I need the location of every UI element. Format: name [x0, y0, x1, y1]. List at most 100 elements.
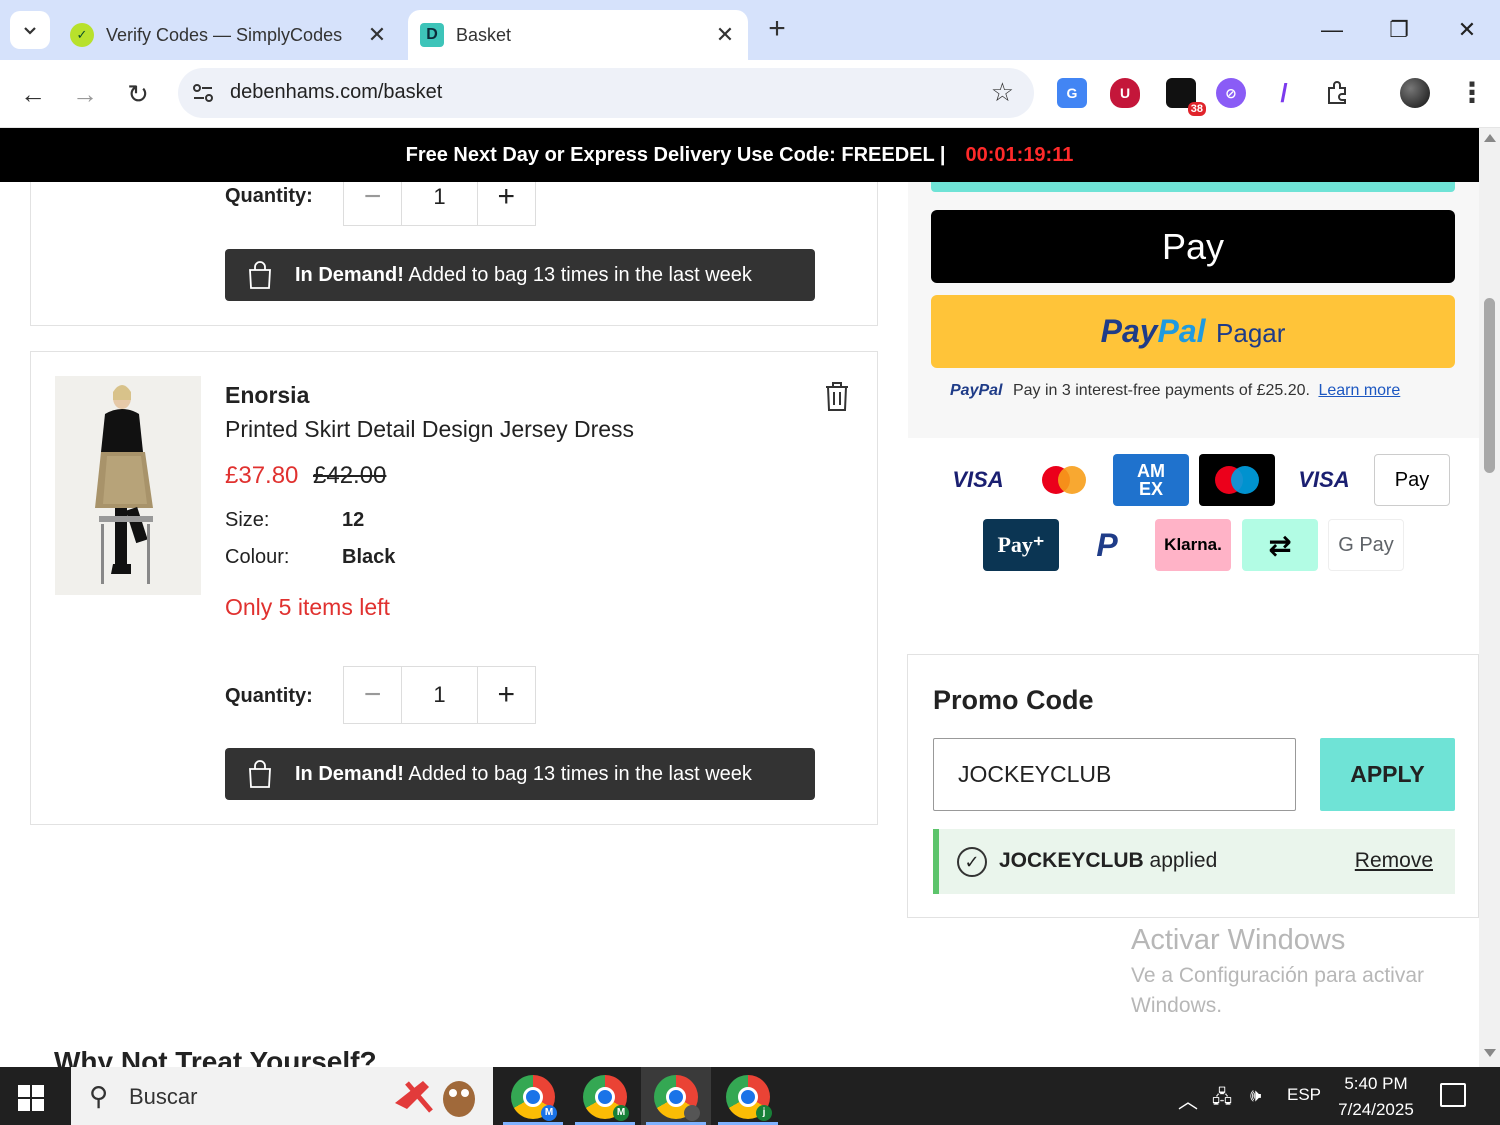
in-demand-text: In Demand! Added to bag 13 times in the … — [295, 763, 752, 785]
quantity-label: Quantity: — [225, 185, 313, 207]
chrome-app-icon[interactable]: M — [583, 1075, 629, 1121]
system-clock[interactable]: 5:40 PM 7/24/2025 — [1318, 1071, 1434, 1123]
simplycodes-favicon: ✓ — [70, 23, 94, 47]
trash-icon[interactable] — [823, 380, 851, 412]
visa-electron-logo: VISA — [1286, 454, 1362, 506]
restore-icon[interactable]: ❐ — [1369, 10, 1429, 50]
minimize-icon[interactable]: — — [1302, 10, 1362, 50]
bookmark-star-icon[interactable]: ☆ — [991, 77, 1014, 108]
original-price: £42.00 — [313, 462, 387, 489]
product-brand[interactable]: Enorsia — [225, 382, 309, 409]
windows-activation-watermark: Activar Windows Ve a Configuración para … — [1131, 924, 1425, 1017]
close-icon[interactable]: ✕ — [362, 22, 392, 48]
promo-code-title: Promo Code — [933, 685, 1094, 715]
google-pay-logo: G Pay — [1328, 519, 1404, 571]
chrome-app-icon[interactable] — [654, 1075, 700, 1121]
paypal-logo: P — [1069, 519, 1145, 571]
search-placeholder: Buscar — [129, 1084, 198, 1109]
tab-title: Verify Codes — SimplyCodes — [106, 24, 343, 45]
scroll-thumb[interactable] — [1484, 298, 1495, 473]
windows-taskbar: ⚲ Buscar M M j ︿ 🖧 🕪 ESP 5:40 PM 7/24/20… — [0, 1067, 1500, 1125]
in-demand-badge: In Demand! Added to bag 13 times in the … — [225, 249, 815, 301]
address-bar[interactable]: debenhams.com/basket ☆ — [178, 68, 1034, 118]
chrome-app-icon[interactable]: j — [726, 1075, 772, 1121]
checkout-button-edge[interactable] — [931, 182, 1455, 192]
paypal-pay-in-3-note: PayPal Pay in 3 interest-free payments o… — [950, 382, 1401, 399]
profile-avatar[interactable] — [1400, 78, 1430, 108]
basket-page: Free Next Day or Express Delivery Use Co… — [0, 128, 1479, 1067]
tab-simplycodes[interactable]: ✓ Verify Codes — SimplyCodes ✕ — [58, 10, 400, 60]
tab-strip: ✓ Verify Codes — SimplyCodes ✕ D Basket … — [0, 0, 1500, 60]
in-demand-badge: In Demand! Added to bag 13 times in the … — [225, 748, 815, 800]
colour-value: Black — [342, 546, 396, 568]
quantity-label: Quantity: — [225, 685, 313, 707]
clearpay-logo: ⇄ — [1242, 519, 1318, 571]
feather-icon[interactable]: / — [1269, 78, 1299, 108]
promo-code-input[interactable] — [933, 738, 1296, 811]
translate-icon[interactable]: G — [1057, 78, 1087, 108]
tab-basket[interactable]: D Basket ✕ — [408, 10, 748, 60]
forward-arrow-icon[interactable]: → — [65, 74, 105, 114]
remove-promo-link[interactable]: Remove — [1355, 849, 1433, 873]
paypal-button[interactable]: PayPal Pagar — [931, 295, 1455, 368]
visa-logo: VISA — [940, 454, 1016, 506]
language-indicator[interactable]: ESP — [1287, 1085, 1321, 1105]
product-image[interactable] — [55, 376, 201, 595]
mastercard-logo — [1026, 454, 1102, 506]
tab-count-badge: 38 — [1187, 102, 1206, 116]
window-close-icon[interactable]: ✕ — [1437, 10, 1497, 50]
banner-text: Free Next Day or Express Delivery Use Co… — [405, 144, 946, 166]
apply-promo-button[interactable]: APPLY — [1320, 738, 1455, 811]
colour-label: Colour: — [225, 546, 290, 568]
recommendations-heading: Why Not Treat Yourself? — [54, 1046, 377, 1067]
stock-warning: Only 5 items left — [225, 594, 390, 620]
reload-icon[interactable]: ↻ — [118, 74, 158, 114]
shopping-bag-icon — [249, 261, 271, 289]
learn-more-link[interactable]: Learn more — [1318, 382, 1400, 399]
site-settings-icon[interactable] — [190, 80, 216, 106]
product-name[interactable]: Printed Skirt Detail Design Jersey Dress — [225, 416, 634, 443]
browser-toolbar: ← → ↻ debenhams.com/basket ☆ G U 38 ⊘ / — [0, 60, 1500, 128]
klarna-logo: Klarna. — [1155, 519, 1231, 571]
back-arrow-icon[interactable]: ← — [13, 74, 53, 114]
close-icon[interactable]: ✕ — [710, 22, 740, 48]
amex-logo: AM EX — [1113, 454, 1189, 506]
taskbar-search-box[interactable]: ⚲ Buscar — [71, 1067, 493, 1125]
scroll-down-arrow-icon[interactable] — [1484, 1049, 1496, 1057]
chevron-down-icon — [24, 27, 36, 35]
clock-date: 7/24/2025 — [1338, 1100, 1414, 1119]
increase-quantity-button[interactable]: + — [478, 667, 535, 723]
network-icon[interactable]: 🖧 — [1212, 1085, 1232, 1115]
quantity-stepper: − 1 + — [343, 666, 536, 724]
promo-code-section: Promo Code APPLY ✓ JOCKEYCLUB applied Re… — [907, 654, 1479, 918]
promo-applied-message: ✓ JOCKEYCLUB applied Remove — [933, 829, 1455, 894]
search-icon: ⚲ — [89, 1081, 109, 1111]
basket-item-card: Enorsia Printed Skirt Detail Design Jers… — [30, 351, 878, 825]
quantity-value[interactable]: 1 — [401, 667, 478, 723]
maestro-logo — [1199, 454, 1275, 506]
apple-pay-button[interactable]: Pay — [931, 210, 1455, 283]
shopping-bag-icon — [249, 760, 271, 788]
search-highlight-illustration — [395, 1081, 475, 1117]
ublock-icon[interactable]: U — [1110, 78, 1140, 108]
notification-icon[interactable] — [1440, 1083, 1466, 1107]
delivery-promo-banner[interactable]: Free Next Day or Express Delivery Use Co… — [0, 128, 1479, 182]
chrome-app-icon[interactable]: M — [511, 1075, 557, 1121]
size-value: 12 — [342, 509, 365, 531]
decrease-quantity-button[interactable]: − — [344, 667, 401, 723]
page-scrollbar[interactable] — [1479, 128, 1500, 1067]
vpn-icon[interactable]: ⊘ — [1216, 78, 1246, 108]
url-text: debenhams.com/basket — [230, 81, 443, 103]
windows-start-icon[interactable] — [18, 1085, 44, 1111]
chevron-up-icon[interactable]: ︿ — [1178, 1085, 1198, 1114]
tab-counter-icon[interactable]: 38 — [1166, 78, 1206, 116]
puzzle-icon[interactable] — [1322, 78, 1352, 108]
volume-icon[interactable]: 🕪 — [1250, 1085, 1261, 1106]
new-tab-button[interactable]: + — [762, 14, 792, 44]
kebab-menu-icon[interactable]: ⋮ — [1458, 76, 1486, 109]
tab-search-button[interactable] — [10, 11, 50, 49]
debenhams-favicon: D — [420, 23, 444, 47]
check-circle-icon: ✓ — [957, 847, 987, 877]
countdown-timer: 00:01:19:11 — [965, 144, 1074, 166]
scroll-up-arrow-icon[interactable] — [1484, 134, 1496, 142]
